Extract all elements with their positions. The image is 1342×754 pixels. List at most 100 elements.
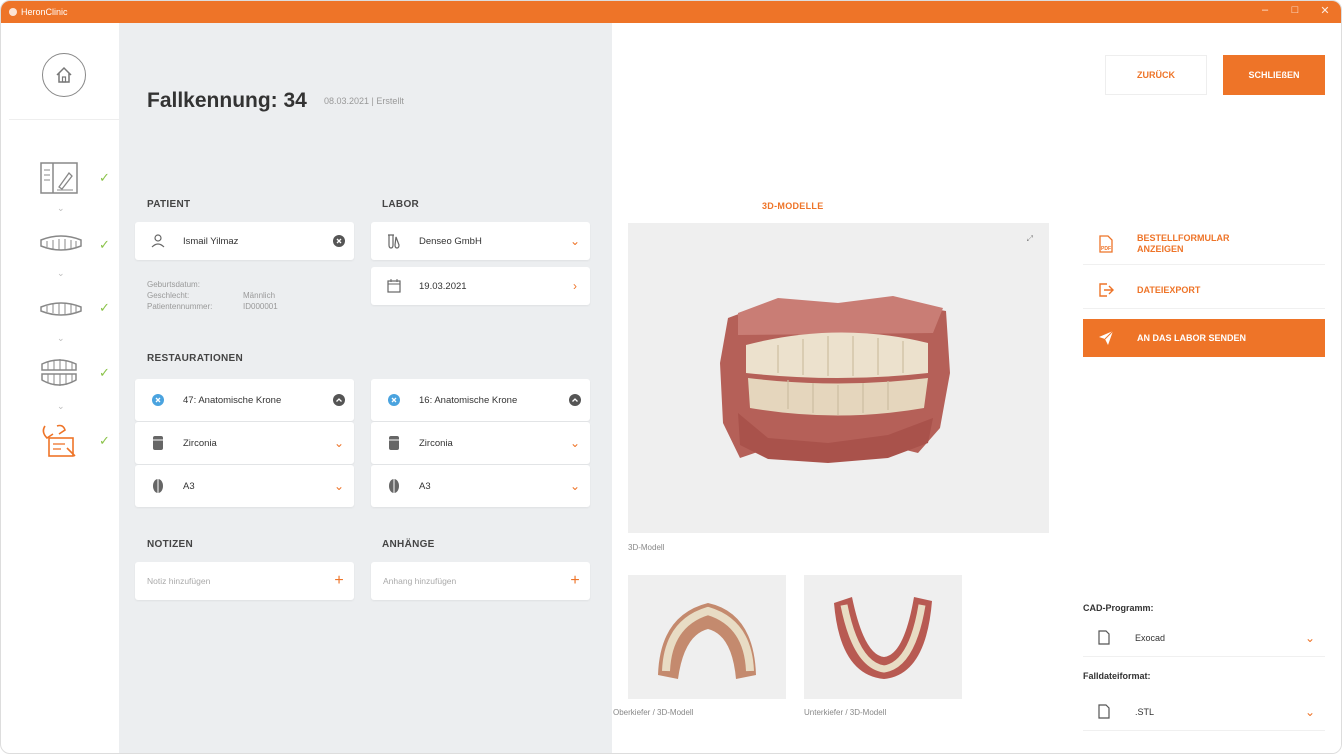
app-window: HeronClinic – □ ✕ ✓ ⌄ ✓ ⌄ ✓ ⌄ ✓ ⌄ ✓ Fall… xyxy=(0,0,1342,754)
cad-program-select[interactable]: Exocad ⌄ xyxy=(1083,619,1325,657)
lab-flask-icon xyxy=(388,234,400,249)
add-note-placeholder: Notiz hinzufügen xyxy=(147,576,211,586)
file-icon xyxy=(1098,630,1110,645)
patient-number-label: Patientennummer: xyxy=(147,302,213,311)
case-subtitle: 08.03.2021 | Erstellt xyxy=(324,96,404,106)
close-window-button[interactable]: ✕ xyxy=(1317,4,1333,17)
add-attachment-field[interactable]: Anhang hinzufügen + xyxy=(371,562,590,600)
person-icon xyxy=(151,234,165,248)
tooth-marker-icon xyxy=(152,394,164,406)
window-title: HeronClinic xyxy=(21,7,68,17)
collapse-icon[interactable] xyxy=(333,394,345,406)
chevron-down-icon: ⌄ xyxy=(569,479,581,493)
file-format-label: Falldateiformat: xyxy=(1083,671,1151,681)
actions-panel: ZURÜCK SCHLIEßEN PDF BESTELLFORMULAR ANZ… xyxy=(1067,23,1341,753)
upper-jaw-thumbnail[interactable] xyxy=(628,575,786,699)
cad-program-label: CAD-Programm: xyxy=(1083,603,1154,613)
attachments-section-title: ANHÄNGE xyxy=(382,539,435,550)
form-edit-icon xyxy=(40,162,78,194)
patient-number-value: ID000001 xyxy=(243,302,278,311)
material-select[interactable]: Zirconia ⌄ xyxy=(371,422,590,464)
chevron-down-icon: ⌄ xyxy=(57,268,65,278)
cad-program-value: Exocad xyxy=(1135,632,1166,643)
window-controls: – □ ✕ xyxy=(1257,4,1333,17)
step-summary-active[interactable]: ✓ xyxy=(39,421,110,461)
lower-jaw-icon xyxy=(40,302,82,316)
chevron-down-icon: ⌄ xyxy=(57,333,65,343)
nav-divider xyxy=(9,119,119,120)
3d-model-viewer[interactable]: ⤢ xyxy=(628,223,1049,533)
shade-tooth-icon xyxy=(389,479,399,493)
shade-select[interactable]: A3 ⌄ xyxy=(135,465,354,507)
restoration-label: 16: Anatomische Krone xyxy=(419,394,518,406)
send-to-lab-button[interactable]: AN DAS LABOR SENDEN xyxy=(1083,319,1325,357)
restoration-label: 47: Anatomische Krone xyxy=(183,394,282,406)
lower-jaw-thumbnail[interactable] xyxy=(804,575,962,699)
chevron-down-icon: ⌄ xyxy=(569,436,581,450)
delivery-date-field[interactable]: 19.03.2021 › xyxy=(371,267,590,305)
plus-icon[interactable]: + xyxy=(560,572,590,590)
tooth-marker-icon xyxy=(388,394,400,406)
plus-icon[interactable]: + xyxy=(324,572,354,590)
title-bar: HeronClinic – □ ✕ xyxy=(1,1,1341,23)
show-order-form-button[interactable]: PDF BESTELLFORMULAR ANZEIGEN xyxy=(1083,223,1325,265)
clear-icon[interactable] xyxy=(333,235,345,247)
order-form-label-line1: BESTELLFORMULAR xyxy=(1137,232,1230,243)
labor-name: Denseo GmbH xyxy=(419,235,482,247)
restorations-section-title: RESTAURATIONEN xyxy=(147,353,244,364)
collapse-icon[interactable] xyxy=(569,394,581,406)
lower-jaw-caption: Unterkiefer / 3D-Modell xyxy=(804,708,887,717)
maximize-button[interactable]: □ xyxy=(1287,4,1303,17)
delivery-date: 19.03.2021 xyxy=(419,280,467,292)
shade-select[interactable]: A3 ⌄ xyxy=(371,465,590,507)
step-complete-check-icon: ✓ xyxy=(99,433,110,448)
case-details-panel: Fallkennung: 34 08.03.2021 | Erstellt PA… xyxy=(119,23,612,753)
upper-jaw-caption: Oberkiefer / 3D-Modell xyxy=(613,708,694,717)
file-format-select[interactable]: .STL ⌄ xyxy=(1083,693,1325,731)
step-case-form[interactable]: ✓ xyxy=(39,158,110,198)
upper-jaw-icon xyxy=(40,235,82,251)
chevron-down-icon: ⌄ xyxy=(333,479,345,493)
calendar-icon xyxy=(387,279,401,293)
step-complete-check-icon: ✓ xyxy=(99,300,110,315)
step-navigation: ✓ ⌄ ✓ ⌄ ✓ ⌄ ✓ ⌄ ✓ xyxy=(9,23,119,753)
patient-name: Ismail Yilmaz xyxy=(183,235,239,247)
material-value: Zirconia xyxy=(419,437,453,449)
step-bite[interactable]: ✓ xyxy=(39,353,110,393)
step-lower-jaw[interactable]: ✓ xyxy=(39,288,110,328)
pdf-icon: PDF xyxy=(1099,234,1113,253)
step-upper-jaw[interactable]: ✓ xyxy=(39,225,110,265)
material-value: Zirconia xyxy=(183,437,217,449)
back-button[interactable]: ZURÜCK xyxy=(1105,55,1207,95)
gender-label: Geschlecht: xyxy=(147,291,190,300)
minimize-button[interactable]: – xyxy=(1257,4,1273,17)
labor-select[interactable]: Denseo GmbH ⌄ xyxy=(371,222,590,260)
shade-tooth-icon xyxy=(153,479,163,493)
chevron-down-icon: ⌄ xyxy=(569,234,581,248)
material-cylinder-icon xyxy=(389,436,399,450)
pdf-icon-label: PDF xyxy=(1101,246,1111,252)
close-button[interactable]: SCHLIEßEN xyxy=(1223,55,1325,95)
models-heading: 3D-MODELLE xyxy=(762,201,824,211)
add-attachment-placeholder: Anhang hinzufügen xyxy=(383,576,457,586)
models-panel: 3D-MODELLE ⤢ 3D-Modell Oberkiefer / 3D-M… xyxy=(612,23,1067,753)
upper-jaw-render xyxy=(658,603,756,679)
export-icon xyxy=(1099,282,1114,297)
labor-section-title: LABOR xyxy=(382,199,420,210)
dental-model-render xyxy=(720,296,950,463)
file-export-button[interactable]: DATEIEXPORT xyxy=(1083,271,1325,309)
order-form-label-line2: ANZEIGEN xyxy=(1137,243,1184,254)
chevron-down-icon: ⌄ xyxy=(57,401,65,411)
patient-field[interactable]: Ismail Yilmaz xyxy=(135,222,354,260)
add-note-field[interactable]: Notiz hinzufügen + xyxy=(135,562,354,600)
restoration-header[interactable]: 16: Anatomische Krone xyxy=(371,379,590,421)
home-button[interactable] xyxy=(42,53,86,97)
fullscreen-icon[interactable]: ⤢ xyxy=(1027,235,1033,243)
material-select[interactable]: Zirconia ⌄ xyxy=(135,422,354,464)
file-icon xyxy=(1098,704,1110,719)
step-complete-check-icon: ✓ xyxy=(99,365,110,380)
restoration-header[interactable]: 47: Anatomische Krone xyxy=(135,379,354,421)
material-cylinder-icon xyxy=(153,436,163,450)
file-export-label: DATEIEXPORT xyxy=(1137,284,1201,295)
chevron-right-icon: › xyxy=(573,279,577,293)
